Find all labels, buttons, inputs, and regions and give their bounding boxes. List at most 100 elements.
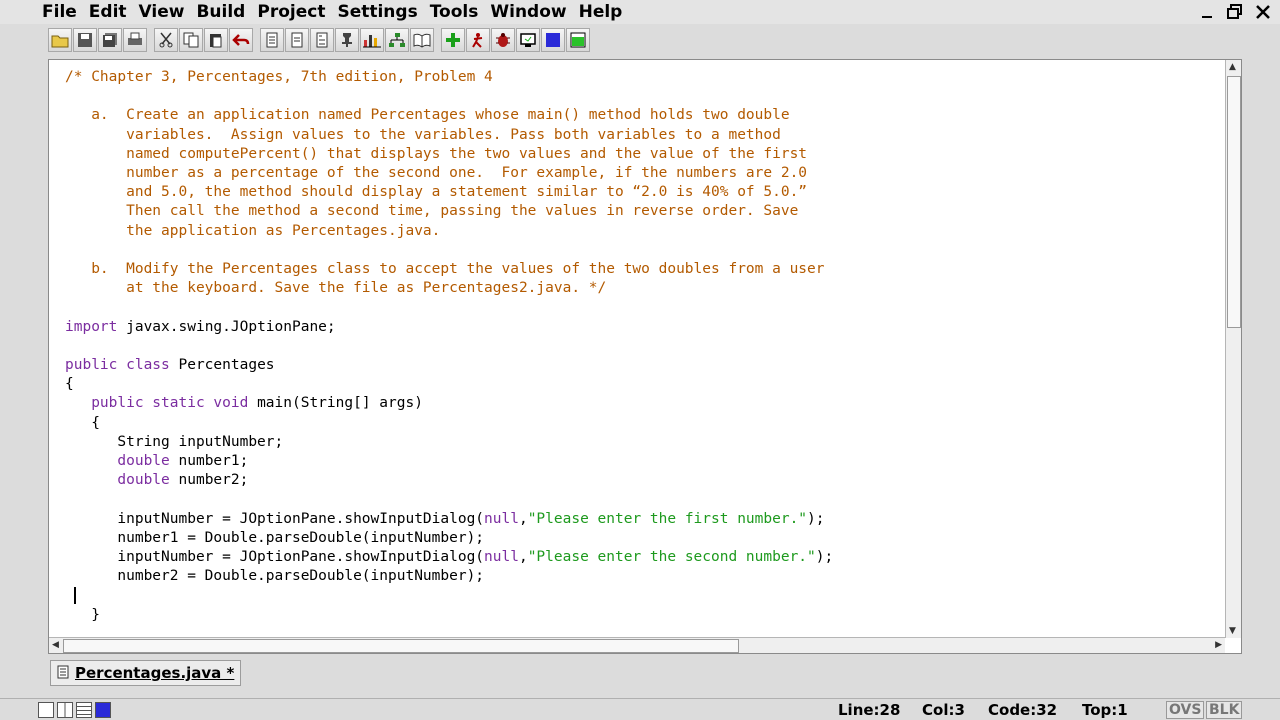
code-token: javax.swing.JOptionPane; <box>117 318 336 335</box>
menu-settings[interactable]: Settings <box>337 0 417 24</box>
code-token: inputNumber = JOptionPane.showInputDialo… <box>65 510 485 527</box>
copy-icon[interactable] <box>179 28 203 52</box>
menu-view[interactable]: View <box>139 0 185 24</box>
new-file-icon[interactable] <box>260 28 284 52</box>
status-icons <box>38 702 111 718</box>
code-token: Percentages <box>169 357 275 374</box>
document-icon[interactable] <box>285 28 309 52</box>
add-icon[interactable] <box>441 28 465 52</box>
open-folder-icon[interactable] <box>48 28 72 52</box>
monitor-view-icon[interactable] <box>95 702 111 718</box>
scroll-left-icon[interactable]: ◀ <box>52 640 59 650</box>
status-code: Code:32 <box>988 701 1058 719</box>
tree-icon[interactable] <box>385 28 409 52</box>
panel-icon[interactable] <box>566 28 590 52</box>
code-token: variables. Assign values to the variable… <box>65 126 781 143</box>
book-icon[interactable] <box>410 28 434 52</box>
menu-tools[interactable]: Tools <box>430 0 479 24</box>
code-token: import <box>65 318 118 335</box>
code-token: double <box>117 472 170 489</box>
list-view-icon[interactable] <box>76 702 92 718</box>
scroll-up-icon[interactable]: ▲ <box>1229 62 1236 72</box>
menu-project[interactable]: Project <box>257 0 325 24</box>
code-line: inputNumber = JOptionPane.showInputDialo… <box>65 548 1225 567</box>
code-text-area[interactable]: /* Chapter 3, Percentages, 7th edition, … <box>65 68 1225 638</box>
undo-icon[interactable] <box>229 28 253 52</box>
code-line: double number1; <box>65 452 1225 471</box>
code-token: , <box>518 549 528 566</box>
code-line: number as a percentage of the second one… <box>65 164 1225 183</box>
code-token: a. Create an application named Percentag… <box>65 107 790 124</box>
paste-icon[interactable] <box>204 28 228 52</box>
code-line: number1 = Double.parseDouble(inputNumber… <box>65 529 1225 548</box>
status-line: Line:28 <box>838 701 901 719</box>
code-token: Then call the method a second time, pass… <box>65 203 799 220</box>
code-line: Then call the method a second time, pass… <box>65 202 1225 221</box>
menu-help[interactable]: Help <box>579 0 623 24</box>
debug-bug-icon[interactable] <box>491 28 515 52</box>
status-bar: Line:28 Col:3 Code:32 Top:1 OVS BLK <box>0 698 1280 720</box>
code-line: double number2; <box>65 471 1225 490</box>
code-line: public class Percentages <box>65 356 1225 375</box>
code-line <box>65 586 1225 605</box>
run-icon[interactable] <box>466 28 490 52</box>
code-token: String inputNumber; <box>65 433 284 450</box>
print-icon[interactable] <box>123 28 147 52</box>
block-mode-indicator: BLK <box>1206 701 1243 719</box>
code-token: b. Modify the Percentages class to accep… <box>65 261 825 278</box>
code-token: number2 = Double.parseDouble(inputNumber… <box>65 568 485 585</box>
status-top: Top:1 <box>1082 701 1128 719</box>
code-line: /* Chapter 3, Percentages, 7th edition, … <box>65 68 1225 87</box>
close-icon[interactable] <box>1252 2 1274 22</box>
menu-build[interactable]: Build <box>196 0 245 24</box>
code-token: double <box>117 453 170 470</box>
code-token: null <box>484 510 519 527</box>
monitor-icon[interactable] <box>516 28 540 52</box>
menu-file[interactable]: File <box>42 0 77 24</box>
window-controls <box>1196 2 1274 22</box>
save-all-icon[interactable] <box>98 28 122 52</box>
code-token: ); <box>815 549 834 566</box>
pin-icon[interactable] <box>335 28 359 52</box>
minimize-icon[interactable] <box>1196 2 1218 22</box>
code-token: public class <box>65 357 170 374</box>
menu-edit[interactable]: Edit <box>89 0 127 24</box>
vertical-scrollbar[interactable]: ▲ ▼ <box>1225 60 1241 638</box>
code-token: the application as Percentages.java. <box>65 222 441 239</box>
code-line: number2 = Double.parseDouble(inputNumber… <box>65 567 1225 586</box>
file-tab-strip: Percentages.java * <box>48 658 1242 688</box>
save-icon[interactable] <box>73 28 97 52</box>
code-line: { <box>65 375 1225 394</box>
code-line: public static void main(String[] args) <box>65 394 1225 413</box>
menu-window[interactable]: Window <box>490 0 566 24</box>
document-edit-icon[interactable] <box>310 28 334 52</box>
code-token: and 5.0, the method should display a sta… <box>65 184 808 201</box>
scroll-down-icon[interactable]: ▼ <box>1229 626 1236 636</box>
restore-icon[interactable] <box>1224 2 1246 22</box>
code-line: { <box>65 414 1225 433</box>
toolbar <box>48 27 591 53</box>
scroll-right-icon[interactable]: ▶ <box>1215 640 1222 650</box>
tab-percentages-java[interactable]: Percentages.java * <box>50 660 242 686</box>
code-line: named computePercent() that displays the… <box>65 145 1225 164</box>
color-square-icon[interactable] <box>541 28 565 52</box>
window-layout-icon[interactable] <box>38 702 54 718</box>
horizontal-scroll-thumb[interactable] <box>63 639 739 653</box>
split-view-icon[interactable] <box>57 702 73 718</box>
code-line: variables. Assign values to the variable… <box>65 126 1225 145</box>
horizontal-scrollbar[interactable]: ◀ ▶ <box>49 637 1225 653</box>
code-token: ); <box>807 510 825 527</box>
code-editor[interactable]: /* Chapter 3, Percentages, 7th edition, … <box>48 59 1242 654</box>
vertical-scroll-thumb[interactable] <box>1227 76 1241 328</box>
chart-icon[interactable] <box>360 28 384 52</box>
cut-icon[interactable] <box>154 28 178 52</box>
overwrite-indicator: OVS <box>1166 701 1205 719</box>
